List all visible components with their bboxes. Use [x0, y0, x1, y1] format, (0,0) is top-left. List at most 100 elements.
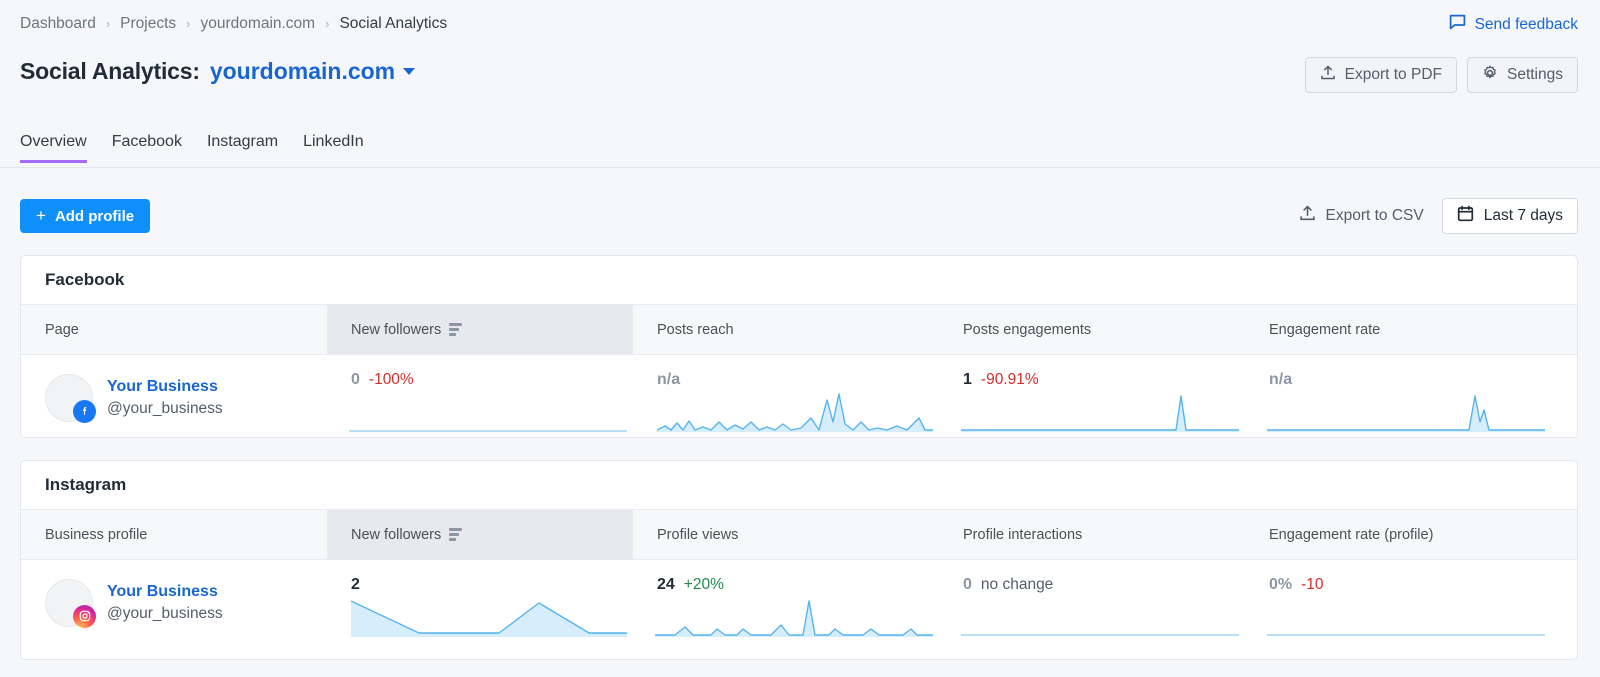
- breadcrumb: Dashboard › Projects › yourdomain.com › …: [20, 15, 447, 33]
- table-row: Your Business @your_business 0 -100% n/a…: [21, 354, 1577, 437]
- tab-facebook[interactable]: Facebook: [112, 133, 182, 163]
- column-header-engagement-rate[interactable]: Engagement rate: [1245, 305, 1577, 354]
- chevron-down-icon: [403, 68, 416, 75]
- column-header-profile-views[interactable]: Profile views: [633, 510, 939, 559]
- metric-delta: -100%: [368, 371, 414, 388]
- plus-icon: +: [36, 206, 46, 225]
- column-header-engagement-rate-label: Engagement rate: [1269, 321, 1381, 338]
- export-to-pdf-button[interactable]: Export to PDF: [1304, 57, 1457, 93]
- metric-delta: -10: [1301, 576, 1324, 593]
- breadcrumb-item-domain[interactable]: yourdomain.com: [201, 15, 316, 33]
- title-row: Social Analytics: yourdomain.com: [20, 58, 416, 85]
- column-header-posts-engagements[interactable]: Posts engagements: [939, 305, 1245, 354]
- sparkline-chart: [655, 593, 933, 637]
- column-header-new-followers[interactable]: New followers: [327, 305, 633, 354]
- breadcrumb-separator: ›: [325, 15, 330, 31]
- instagram-profile-interactions-cell: 0 no change: [939, 560, 1245, 643]
- tab-linkedin[interactable]: LinkedIn: [303, 133, 364, 163]
- domain-selector-label: yourdomain.com: [209, 58, 396, 84]
- page-title: Social Analytics:: [20, 58, 200, 84]
- column-header-engagement-rate-profile-label: Engagement rate (profile): [1269, 526, 1434, 543]
- instagram-profile-views-cell: 24 +20%: [633, 560, 939, 643]
- facebook-posts-reach-cell: n/a: [633, 355, 939, 437]
- column-header-business-profile[interactable]: Business profile: [21, 510, 327, 559]
- profile-name[interactable]: Your Business: [107, 378, 223, 396]
- metric-delta: -90.91%: [980, 371, 1039, 388]
- breadcrumb-separator: ›: [186, 15, 191, 31]
- column-header-profile-interactions-label: Profile interactions: [963, 526, 1083, 543]
- instagram-profile-cell: Your Business @your_business: [21, 560, 327, 643]
- add-profile-button[interactable]: + Add profile: [20, 199, 151, 233]
- profile-name[interactable]: Your Business: [107, 583, 223, 601]
- column-header-posts-reach-label: Posts reach: [657, 321, 734, 338]
- feedback-icon: [1449, 14, 1466, 36]
- upload-icon: [1320, 65, 1336, 86]
- date-range-picker[interactable]: Last 7 days: [1441, 198, 1578, 234]
- instagram-table-header: Business profile New followers Profile v…: [21, 509, 1577, 559]
- sort-icon[interactable]: [449, 323, 463, 336]
- column-header-posts-engagements-label: Posts engagements: [963, 321, 1092, 338]
- sort-icon[interactable]: [449, 528, 463, 541]
- tabs-divider: [0, 167, 1600, 168]
- sparkline-chart: [961, 593, 1239, 637]
- metric-value: n/a: [657, 371, 681, 388]
- sparkline-chart: [961, 388, 1239, 432]
- facebook-icon: [73, 399, 96, 423]
- column-header-new-followers-label: New followers: [351, 526, 442, 543]
- social-analytics-page: Dashboard › Projects › yourdomain.com › …: [0, 0, 1600, 677]
- facebook-posts-engagements-cell: 1 -90.91%: [939, 355, 1245, 437]
- column-header-new-followers-label: New followers: [351, 321, 442, 338]
- export-to-csv-label: Export to CSV: [1325, 207, 1424, 224]
- metric-value: 0: [351, 371, 360, 388]
- metric-value: n/a: [1269, 371, 1293, 388]
- send-feedback-link[interactable]: Send feedback: [1449, 14, 1578, 36]
- column-header-new-followers[interactable]: New followers: [327, 510, 633, 559]
- domain-selector[interactable]: yourdomain.com: [209, 58, 416, 85]
- instagram-icon: [73, 604, 96, 628]
- instagram-new-followers-cell: 2: [327, 560, 633, 643]
- add-profile-label: Add profile: [54, 207, 135, 225]
- instagram-card-title: Instagram: [45, 475, 127, 494]
- avatar: [45, 373, 96, 423]
- avatar: [45, 578, 96, 628]
- tab-bar: Overview Facebook Instagram LinkedIn: [20, 133, 364, 163]
- facebook-profile-cell: Your Business @your_business: [21, 355, 327, 437]
- metric-delta: +20%: [683, 576, 724, 593]
- settings-button[interactable]: Settings: [1466, 57, 1578, 93]
- tab-instagram[interactable]: Instagram: [207, 133, 278, 163]
- facebook-new-followers-cell: 0 -100%: [327, 355, 633, 437]
- column-header-business-profile-label: Business profile: [45, 526, 148, 543]
- upload-icon: [1299, 205, 1316, 227]
- export-to-pdf-label: Export to PDF: [1344, 66, 1442, 83]
- column-header-engagement-rate-profile[interactable]: Engagement rate (profile): [1245, 510, 1577, 559]
- sparkline-chart: [1267, 388, 1545, 432]
- export-to-csv-button[interactable]: Export to CSV: [1299, 205, 1424, 227]
- tab-overview[interactable]: Overview: [20, 133, 87, 163]
- facebook-card: Facebook Page New followers Posts reach …: [20, 255, 1578, 438]
- facebook-engagement-rate-cell: n/a: [1245, 355, 1577, 437]
- breadcrumb-separator: ›: [105, 15, 111, 31]
- settings-label: Settings: [1506, 66, 1563, 83]
- breadcrumb-item-projects[interactable]: Projects: [120, 15, 176, 33]
- sparkline-chart: [655, 388, 933, 432]
- breadcrumb-item-current: Social Analytics: [339, 15, 448, 32]
- sparkline-chart: [1267, 593, 1545, 637]
- calendar-icon: [1457, 205, 1474, 227]
- profile-handle: @your_business: [107, 604, 223, 622]
- metric-value: 1: [963, 371, 972, 388]
- metric-value: 0%: [1269, 576, 1293, 593]
- facebook-card-title: Facebook: [45, 270, 125, 289]
- facebook-table-header: Page New followers Posts reach Posts eng…: [21, 304, 1577, 354]
- column-header-page[interactable]: Page: [21, 305, 327, 354]
- header-actions: Export to PDF Settings: [1304, 57, 1578, 93]
- column-header-posts-reach[interactable]: Posts reach: [633, 305, 939, 354]
- date-range-label: Last 7 days: [1483, 207, 1563, 224]
- column-header-profile-interactions[interactable]: Profile interactions: [939, 510, 1245, 559]
- metric-value: 2: [351, 576, 360, 593]
- metric-delta: no change: [980, 576, 1054, 593]
- instagram-engagement-rate-cell: 0% -10: [1245, 560, 1577, 643]
- sparkline-chart: [349, 388, 627, 432]
- table-row: Your Business @your_business 2 24 +20% 0…: [21, 559, 1577, 643]
- breadcrumb-item-dashboard[interactable]: Dashboard: [20, 15, 96, 33]
- toolbar-right: Export to CSV Last 7 days: [1299, 198, 1578, 234]
